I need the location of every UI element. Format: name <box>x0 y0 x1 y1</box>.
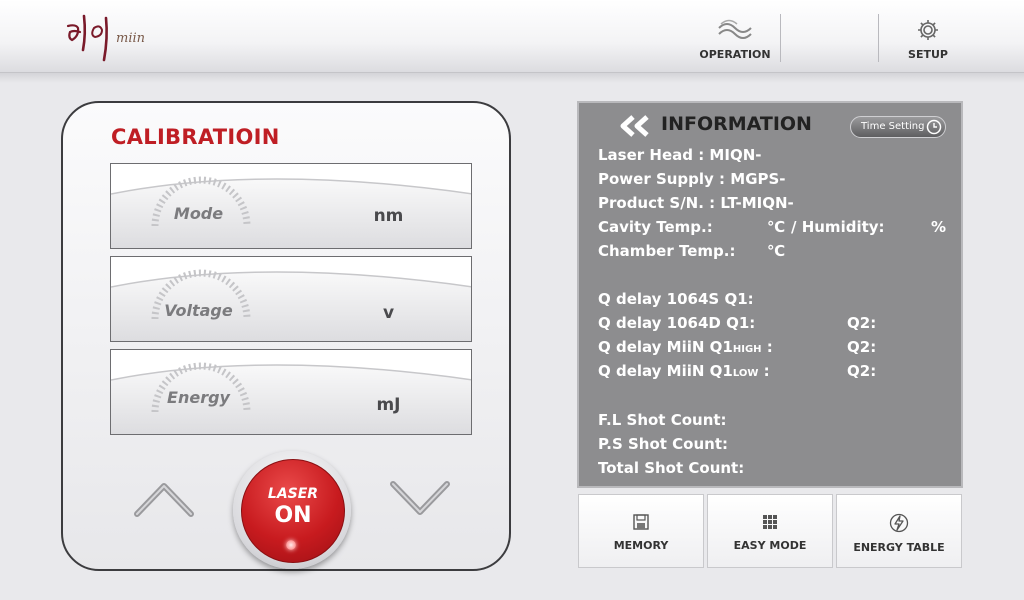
information-panel: INFORMATION Time Setting Laser Head : MI… <box>577 101 963 488</box>
energy-label: Energy <box>167 388 230 407</box>
double-chevron-left-icon <box>620 115 649 137</box>
easy-mode-label: EASY MODE <box>733 539 807 552</box>
q-delay-1064s-text: Q delay 1064S Q1: <box>598 290 754 308</box>
laser-label: LASER <box>267 486 319 502</box>
svg-text:miin: miin <box>116 31 145 46</box>
total-shot-count-text: Total Shot Count: <box>598 459 745 477</box>
laser-state-label: ON <box>274 503 312 528</box>
dial-icon <box>151 176 251 227</box>
top-bar: miin OPERATION SETUP <box>0 0 1024 73</box>
floppy-icon <box>633 514 649 530</box>
cavity-temp-unit: ℃ <box>767 218 786 236</box>
ps-shot-count-text: P.S Shot Count: <box>598 435 728 453</box>
increase-button[interactable] <box>133 478 195 522</box>
chamber-temp-text: Chamber Temp.: <box>598 242 736 260</box>
cavity-temp-text: Cavity Temp.: <box>598 218 713 236</box>
lightning-icon <box>889 513 909 533</box>
energy-display[interactable]: Energy mJ <box>110 349 472 435</box>
nav-divider <box>780 14 781 62</box>
wave-icon <box>718 19 752 39</box>
q-delay-miin-low-text: Q delay MiiN Q1LOW : <box>598 362 770 380</box>
q-delay-miin-high-text: Q delay MiiN Q1HIGH : <box>598 338 773 356</box>
voltage-display[interactable]: Voltage v <box>110 256 472 342</box>
q-delay-miin-high-q2: Q2: <box>847 338 877 356</box>
top-bar-shadow <box>0 73 1024 83</box>
time-setting-button[interactable]: Time Setting <box>850 116 946 138</box>
laser-head-text: Laser Head : MIQN- <box>598 146 762 164</box>
voltage-unit: v <box>382 303 395 323</box>
q-delay-miin-low-q2: Q2: <box>847 362 877 380</box>
energy-table-button[interactable]: ENERGY TABLE <box>836 494 962 568</box>
operation-button[interactable]: OPERATION <box>695 14 775 64</box>
laser-button-face: LASER ON <box>241 459 345 563</box>
laser-indicator-light <box>286 540 296 550</box>
setup-label: SETUP <box>908 48 948 61</box>
calibration-title: CALIBRATIOIN <box>111 125 280 149</box>
power-supply-text: Power Supply : MGPS- <box>598 170 786 188</box>
memory-button[interactable]: MEMORY <box>578 494 704 568</box>
calibration-panel: CALIBRATIOIN Mode nm Voltage v Energy mJ… <box>61 101 511 571</box>
gear-icon <box>918 20 938 40</box>
time-setting-label: Time Setting <box>861 121 925 132</box>
q-delay-1064d-text: Q delay 1064D Q1: <box>598 314 756 332</box>
voltage-label: Voltage <box>164 301 233 320</box>
q-delay-1064d-q2: Q2: <box>847 314 877 332</box>
energy-unit: mJ <box>376 395 401 415</box>
information-title: INFORMATION <box>661 113 812 135</box>
memory-label: MEMORY <box>613 539 669 552</box>
decrease-button[interactable] <box>389 478 451 522</box>
humidity-unit: % <box>931 218 947 236</box>
chamber-temp-unit: ℃ <box>767 242 786 260</box>
fl-shot-count-text: F.L Shot Count: <box>598 411 727 429</box>
mode-label: Mode <box>173 204 224 223</box>
chevron-up-icon <box>134 483 194 517</box>
mode-unit: nm <box>373 206 404 226</box>
setup-button[interactable]: SETUP <box>895 14 961 64</box>
mode-display[interactable]: Mode nm <box>110 163 472 249</box>
clock-icon <box>926 119 942 135</box>
grid-icon <box>763 515 777 529</box>
product-sn-text: Product S/N. : LT-MIQN- <box>598 194 794 212</box>
energy-table-label: ENERGY TABLE <box>853 541 945 554</box>
chevron-down-icon <box>390 481 450 515</box>
humidity-text: / Humidity: <box>791 218 885 236</box>
brand-logo: miin <box>62 8 162 68</box>
easy-mode-button[interactable]: EASY MODE <box>707 494 833 568</box>
nav-divider <box>878 14 879 62</box>
operation-label: OPERATION <box>699 48 771 61</box>
laser-on-button[interactable]: LASER ON <box>233 451 351 569</box>
